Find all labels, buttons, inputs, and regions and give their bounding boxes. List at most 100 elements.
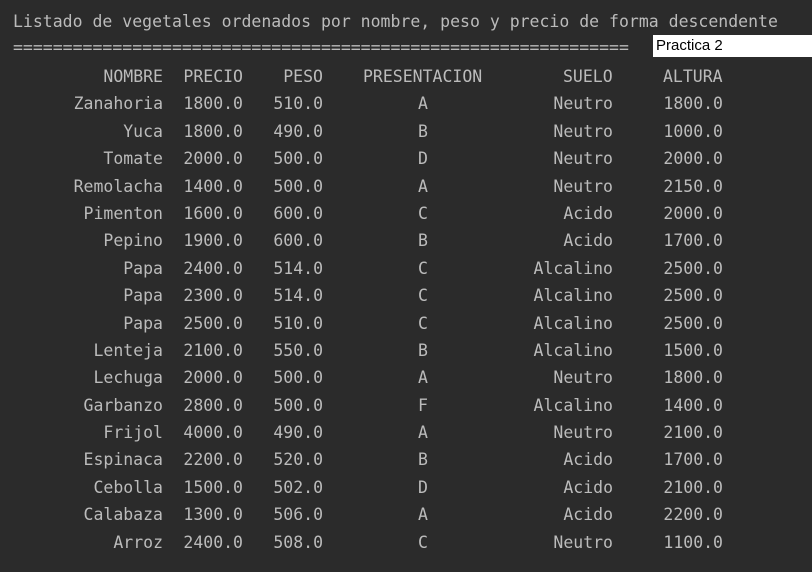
cell-presentacion: A — [418, 505, 428, 525]
cell-presentacion: C — [418, 286, 428, 306]
table-row: Zanahoria 1800.0 510.0 A Neutro 1800.0 — [0, 90, 812, 117]
cell-altura: 2000.0 — [663, 149, 723, 169]
cell-suelo: Acido — [563, 231, 613, 251]
cell-peso: 490.0 — [273, 423, 323, 443]
table-row: Garbanzo 2800.0 500.0 F Alcalino 1400.0 — [0, 392, 812, 419]
cell-altura: 2000.0 — [663, 203, 723, 223]
cell-nombre: Lenteja — [93, 340, 163, 360]
cell-suelo: Neutro — [553, 149, 613, 169]
table-row: Pepino 1900.0 600.0 B Acido 1700.0 — [0, 227, 812, 254]
cell-altura: 1400.0 — [663, 395, 723, 415]
table-row: Papa 2400.0 514.0 C Alcalino 2500.0 — [0, 255, 812, 282]
cell-precio: 2800.0 — [183, 395, 243, 415]
cell-altura: 1000.0 — [663, 121, 723, 141]
table-row: Cebolla 1500.0 502.0 D Acido 2100.0 — [0, 474, 812, 501]
cell-altura: 2200.0 — [663, 505, 723, 525]
cell-peso: 510.0 — [273, 313, 323, 333]
cell-presentacion: B — [418, 121, 428, 141]
cell-suelo: Alcalino — [533, 395, 613, 415]
cell-presentacion: A — [418, 423, 428, 443]
cell-peso: 490.0 — [273, 121, 323, 141]
cell-altura: 1500.0 — [663, 340, 723, 360]
cell-peso: 500.0 — [273, 176, 323, 196]
cell-presentacion: F — [418, 395, 428, 415]
vegetable-table: NOMBRE PRECIO PESO PRESENTACION SUELO AL… — [0, 63, 812, 556]
cell-nombre: Papa — [123, 313, 163, 333]
cell-precio: 2000.0 — [183, 368, 243, 388]
cell-nombre: Espinaca — [83, 450, 163, 470]
cell-precio: 1600.0 — [183, 203, 243, 223]
table-row: Calabaza 1300.0 506.0 A Acido 2200.0 — [0, 501, 812, 528]
cell-precio: 2100.0 — [183, 340, 243, 360]
listing-title: Listado de vegetales ordenados por nombr… — [13, 12, 778, 31]
cell-suelo: Alcalino — [533, 340, 613, 360]
cell-peso: 550.0 — [273, 340, 323, 360]
cell-presentacion: C — [418, 258, 428, 278]
cell-precio: 1300.0 — [183, 505, 243, 525]
cell-altura: 1800.0 — [663, 368, 723, 388]
cell-altura: 1700.0 — [663, 231, 723, 251]
cell-precio: 2500.0 — [183, 313, 243, 333]
header-peso: PESO — [283, 67, 323, 86]
cell-nombre: Pimenton — [83, 203, 163, 223]
cell-suelo: Acido — [563, 203, 613, 223]
console-output: Listado de vegetales ordenados por nombr… — [0, 0, 812, 572]
cell-precio: 1900.0 — [183, 231, 243, 251]
cell-nombre: Pepino — [103, 231, 163, 251]
table-header-row: NOMBRE PRECIO PESO PRESENTACION SUELO AL… — [0, 63, 812, 90]
cell-nombre: Calabaza — [83, 505, 163, 525]
practice-tag: Practica 2 — [653, 35, 812, 57]
header-suelo: SUELO — [563, 67, 613, 86]
cell-precio: 2200.0 — [183, 450, 243, 470]
cell-peso: 508.0 — [273, 532, 323, 552]
cell-precio: 2400.0 — [183, 532, 243, 552]
cell-precio: 2000.0 — [183, 149, 243, 169]
separator-line: ========================================… — [13, 38, 629, 57]
cell-presentacion: A — [418, 94, 428, 114]
table-row: Espinaca 2200.0 520.0 B Acido 1700.0 — [0, 446, 812, 473]
header-altura: ALTURA — [663, 67, 723, 86]
cell-suelo: Neutro — [553, 532, 613, 552]
cell-suelo: Acido — [563, 477, 613, 497]
cell-peso: 600.0 — [273, 203, 323, 223]
table-row: Papa 2300.0 514.0 C Alcalino 2500.0 — [0, 282, 812, 309]
cell-altura: 1100.0 — [663, 532, 723, 552]
cell-altura: 2100.0 — [663, 423, 723, 443]
cell-presentacion: B — [418, 450, 428, 470]
cell-nombre: Papa — [123, 286, 163, 306]
table-row: Arroz 2400.0 508.0 C Neutro 1100.0 — [0, 529, 812, 556]
cell-suelo: Neutro — [553, 121, 613, 141]
cell-suelo: Acido — [563, 450, 613, 470]
cell-suelo: Neutro — [553, 368, 613, 388]
cell-presentacion: B — [418, 231, 428, 251]
cell-nombre: Yuca — [123, 121, 163, 141]
cell-precio: 2400.0 — [183, 258, 243, 278]
table-row: Yuca 1800.0 490.0 B Neutro 1000.0 — [0, 118, 812, 145]
cell-suelo: Alcalino — [533, 258, 613, 278]
cell-suelo: Alcalino — [533, 286, 613, 306]
cell-nombre: Remolacha — [73, 176, 163, 196]
table-row: Papa 2500.0 510.0 C Alcalino 2500.0 — [0, 310, 812, 337]
cell-suelo: Neutro — [553, 423, 613, 443]
cell-presentacion: C — [418, 532, 428, 552]
cell-precio: 2300.0 — [183, 286, 243, 306]
table-row: Lenteja 2100.0 550.0 B Alcalino 1500.0 — [0, 337, 812, 364]
cell-nombre: Garbanzo — [83, 395, 163, 415]
table-row: Pimenton 1600.0 600.0 C Acido 2000.0 — [0, 200, 812, 227]
cell-peso: 500.0 — [273, 368, 323, 388]
cell-peso: 600.0 — [273, 231, 323, 251]
cell-peso: 502.0 — [273, 477, 323, 497]
cell-precio: 1800.0 — [183, 121, 243, 141]
table-row: Tomate 2000.0 500.0 D Neutro 2000.0 — [0, 145, 812, 172]
cell-suelo: Neutro — [553, 94, 613, 114]
cell-suelo: Neutro — [553, 176, 613, 196]
cell-altura: 2150.0 — [663, 176, 723, 196]
cell-altura: 1700.0 — [663, 450, 723, 470]
cell-presentacion: C — [418, 203, 428, 223]
cell-presentacion: C — [418, 313, 428, 333]
table-row: Lechuga 2000.0 500.0 A Neutro 1800.0 — [0, 364, 812, 391]
cell-presentacion: A — [418, 368, 428, 388]
cell-precio: 1800.0 — [183, 94, 243, 114]
cell-peso: 500.0 — [273, 149, 323, 169]
cell-presentacion: A — [418, 176, 428, 196]
